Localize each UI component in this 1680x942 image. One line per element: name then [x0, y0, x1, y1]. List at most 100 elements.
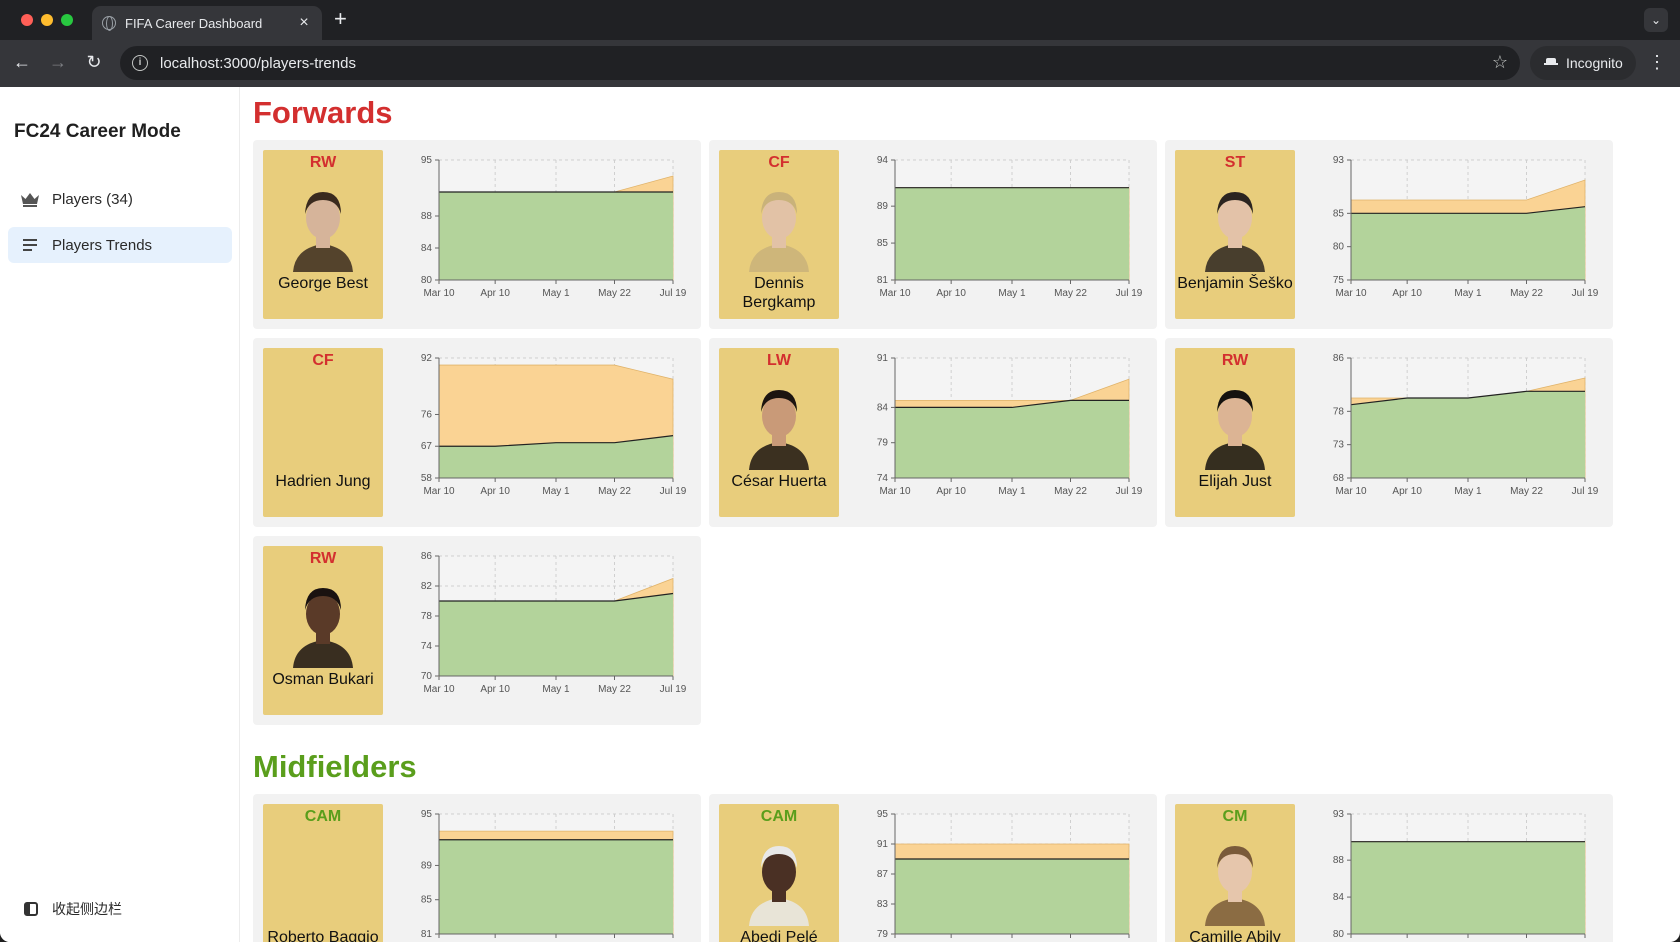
main-content: Forwards RW George Best 95 88 84 80 Mar 10 Apr … — [241, 87, 1680, 942]
y-tick-label: 86 — [1333, 353, 1345, 364]
player-name: Hadrien Jung — [275, 473, 371, 490]
y-tick-label: 92 — [421, 353, 433, 364]
x-tick-label: May 22 — [1510, 288, 1543, 299]
y-tick-label: 74 — [877, 473, 889, 484]
minimize-window-button[interactable] — [41, 14, 53, 26]
bookmark-star-icon[interactable]: ☆ — [1492, 52, 1508, 73]
browser-chrome: FIFA Career Dashboard × + ⌄ ← → ↻ i loca… — [0, 0, 1680, 87]
player-photo — [1201, 380, 1269, 470]
address-bar[interactable]: i localhost:3000/players-trends ☆ — [120, 46, 1520, 80]
y-tick-label: 85 — [421, 895, 433, 906]
player-trend-card[interactable]: RW Osman Bukari 86 82 78 74 70 Mar 10 Apr 10 May … — [253, 536, 701, 725]
player-card[interactable]: RW Elijah Just — [1175, 348, 1295, 517]
x-tick-label: May 1 — [542, 288, 570, 299]
y-tick-label: 80 — [421, 275, 433, 286]
y-tick-label: 79 — [877, 438, 889, 449]
x-tick-label: May 1 — [542, 486, 570, 497]
y-tick-label: 91 — [877, 839, 889, 850]
y-tick-label: 95 — [421, 155, 433, 166]
player-trend-card[interactable]: RW George Best 95 88 84 80 Mar 10 Apr 10 May 1 Ma… — [253, 140, 701, 329]
zoom-window-button[interactable] — [61, 14, 73, 26]
y-tick-label: 74 — [421, 641, 433, 652]
player-position: LW — [767, 352, 791, 369]
y-tick-label: 93 — [1333, 809, 1345, 820]
section-title-midfielders: Midfielders — [253, 749, 417, 784]
x-tick-label: Jul 19 — [660, 486, 687, 497]
y-tick-label: 88 — [1333, 855, 1345, 866]
player-trend-card[interactable]: RW Elijah Just 86 78 73 68 Mar 10 Apr 10 May 1 Ma… — [1165, 338, 1613, 527]
y-tick-label: 91 — [877, 353, 889, 364]
x-tick-label: Jul 19 — [1572, 486, 1599, 497]
collapse-sidebar-button[interactable]: 收起侧边栏 — [24, 899, 122, 919]
player-trend-card[interactable]: CAMAbedi Pelé9591878379Mar 10Apr 10May 1… — [709, 794, 1157, 942]
player-photo — [745, 380, 813, 470]
rating-trend-chart: 93888480Mar 10Apr 10May 1May 22Jul 19 — [1333, 809, 1586, 940]
x-tick-label: Apr 10 — [480, 486, 510, 497]
rating-trend-chart: 94 89 85 81 Mar 10 Apr 10 May 1 May 22 Jul 19 — [877, 155, 1143, 299]
player-photo — [745, 836, 813, 926]
x-tick-label: May 22 — [598, 684, 631, 695]
browser-toolbar: ← → ↻ i localhost:3000/players-trends ☆ … — [0, 40, 1680, 87]
x-tick-label: May 1 — [542, 684, 570, 695]
x-tick-label: Mar 10 — [1335, 486, 1367, 497]
browser-tab[interactable]: FIFA Career Dashboard × — [92, 6, 322, 40]
back-button[interactable]: ← — [10, 50, 34, 74]
player-trend-card[interactable]: LW César Huerta 91 84 79 74 Mar 10 Apr 10 May 1 M… — [709, 338, 1157, 527]
sidebar-item-players[interactable]: Players (34) — [8, 181, 232, 217]
new-tab-button[interactable]: + — [334, 8, 347, 30]
x-tick-label: Mar 10 — [879, 288, 911, 299]
y-tick-label: 68 — [1333, 473, 1345, 484]
y-tick-label: 83 — [877, 899, 889, 910]
app-root: FC24 Career Mode Players (34) Players Tr… — [0, 87, 1680, 942]
player-card[interactable]: CAM Roberto Baggio — [263, 804, 383, 942]
y-tick-label: 93 — [1333, 155, 1345, 166]
x-tick-label: May 22 — [1054, 288, 1087, 299]
y-tick-label: 86 — [421, 551, 433, 562]
site-info-icon[interactable]: i — [132, 55, 148, 71]
player-card[interactable]: RW George Best — [263, 150, 383, 319]
player-trend-card[interactable]: CAMRoberto Baggio95898581Mar 10Apr 10May… — [253, 794, 701, 942]
tab-search-button[interactable]: ⌄ — [1644, 8, 1668, 32]
close-tab-icon[interactable]: × — [296, 14, 312, 32]
x-tick-label: May 1 — [998, 288, 1026, 299]
current-area — [1351, 391, 1585, 478]
y-tick-label: 73 — [1333, 440, 1345, 451]
player-card[interactable]: CF Hadrien Jung — [263, 348, 383, 517]
player-card[interactable]: CF Dennis Bergkamp — [719, 150, 839, 319]
x-tick-label: May 1 — [998, 486, 1026, 497]
x-tick-label: May 1 — [1454, 486, 1482, 497]
player-position: RW — [309, 154, 337, 171]
y-tick-label: 76 — [421, 409, 433, 420]
player-card[interactable]: RW Osman Bukari — [263, 546, 383, 715]
player-card[interactable]: CAM Abedi Pelé — [719, 804, 839, 942]
x-tick-label: Apr 10 — [480, 684, 510, 695]
y-tick-label: 84 — [421, 243, 433, 254]
y-tick-label: 84 — [877, 402, 889, 413]
x-tick-label: Mar 10 — [423, 684, 455, 695]
player-trend-card[interactable]: CMCamille Abily93888480Mar 10Apr 10May 1… — [1165, 794, 1613, 942]
player-name: Camille Abily — [1189, 929, 1281, 942]
current-area — [895, 859, 1129, 934]
collapse-sidebar-label: 收起侧边栏 — [52, 901, 122, 917]
current-area — [895, 187, 1129, 280]
x-tick-label: Mar 10 — [879, 486, 911, 497]
player-card[interactable]: CM Camille Abily — [1175, 804, 1295, 942]
rating-trend-chart: 91 84 79 74 Mar 10 Apr 10 May 1 May 22 Jul 19 — [877, 353, 1143, 497]
player-trend-card[interactable]: CF Dennis Bergkamp 94 89 85 81 Mar 10 Apr 10 May… — [709, 140, 1157, 329]
player-name: Elijah Just — [1198, 473, 1272, 490]
y-tick-label: 89 — [877, 201, 889, 212]
player-trend-card[interactable]: CF Hadrien Jung 92 76 67 58 Mar 10 Apr 10 May 1 M… — [253, 338, 701, 527]
close-window-button[interactable] — [21, 14, 33, 26]
tab-strip: FIFA Career Dashboard × + ⌄ — [0, 0, 1680, 40]
forward-button[interactable]: → — [46, 50, 70, 74]
player-position: RW — [309, 550, 337, 567]
player-name: César Huerta — [731, 473, 827, 490]
player-trend-card[interactable]: ST Benjamin Šeško 93 85 80 75 Mar 10 Apr 10 May … — [1165, 140, 1613, 329]
sidebar-item-players-trends[interactable]: Players Trends — [8, 227, 232, 263]
y-tick-label: 67 — [421, 441, 433, 452]
player-card[interactable]: LW César Huerta — [719, 348, 839, 517]
player-card[interactable]: ST Benjamin Šeško — [1175, 150, 1295, 319]
incognito-indicator[interactable]: Incognito — [1530, 46, 1636, 80]
reload-button[interactable]: ↻ — [82, 50, 106, 74]
browser-menu-icon[interactable]: ⋮ — [1648, 52, 1666, 73]
